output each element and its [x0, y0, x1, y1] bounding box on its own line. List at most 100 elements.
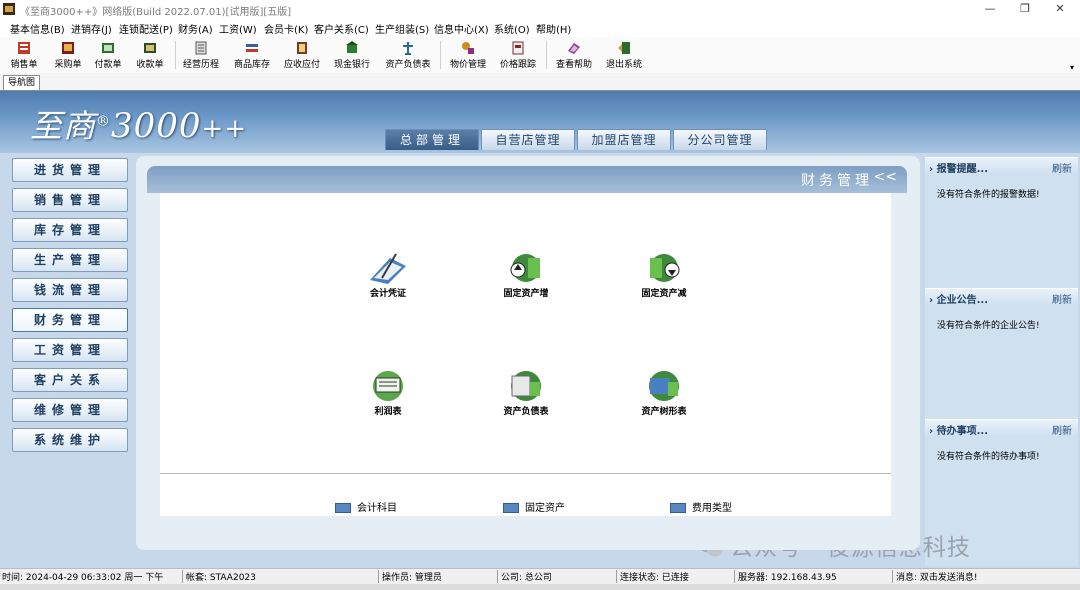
func-accounting-voucher[interactable]: 会计凭证	[343, 250, 433, 299]
todo-refresh-link[interactable]: 刷新	[1052, 422, 1072, 437]
announcements-refresh-link[interactable]: 刷新	[1052, 291, 1072, 306]
func-balance-sheet[interactable]: 资产负债表	[481, 368, 571, 417]
brand-logo-number: 3000	[111, 106, 202, 146]
alerts-empty-text: 没有符合条件的报警数据!	[937, 190, 1040, 200]
close-button[interactable]: ✕	[1043, 0, 1077, 18]
func-fixed-asset-increase[interactable]: 固定资产增	[481, 250, 571, 299]
menu-info-center[interactable]: 信息中心(X)	[434, 21, 489, 36]
fixed-asset-increase-icon	[510, 254, 540, 282]
table-icon	[670, 503, 686, 513]
status-message[interactable]: 消息: 双击发送消息!	[892, 570, 1076, 583]
func-asset-tree[interactable]: 资产树形表	[619, 368, 709, 417]
toolbar-price-tracking-button[interactable]: 价格跟踪	[496, 39, 540, 71]
asset-tree-icon	[649, 371, 679, 401]
menu-customer[interactable]: 客户关系(C)	[314, 21, 369, 36]
status-server: 服务器: 192.168.43.95	[734, 570, 892, 583]
announcements-empty-text: 没有符合条件的企业公告!	[937, 321, 1040, 331]
tab-franchise-stores[interactable]: 加盟店管理	[577, 129, 671, 150]
nav-inventory-management[interactable]: 库存管理	[12, 218, 128, 242]
menu-system[interactable]: 系统(O)	[494, 21, 530, 36]
nav-cashflow-management[interactable]: 钱流管理	[12, 278, 128, 302]
menu-basic-info[interactable]: 基本信息(B)	[10, 21, 65, 36]
nav-production-management[interactable]: 生产管理	[12, 248, 128, 272]
announcements-panel-header: › 企业公告... 刷新	[925, 288, 1078, 306]
status-company: 公司: 总公司	[497, 570, 617, 583]
status-time: 时间: 2024-04-29 06:33:02 周一 下午	[2, 573, 164, 583]
todo-empty-text: 没有符合条件的待办事项!	[937, 452, 1040, 462]
toolbar-cash-bank-button[interactable]: 现金银行	[330, 39, 374, 71]
balance-sheet-report-icon	[511, 371, 541, 401]
status-connection: 连接状态: 已连接	[616, 570, 734, 583]
nav-payroll-management[interactable]: 工资管理	[12, 338, 128, 362]
title-bar: 《至商3000++》网络版(Build 2022.07.01)[试用版][五版]…	[0, 0, 1080, 18]
nav-customer-relations[interactable]: 客户关系	[12, 368, 128, 392]
nav-system-maintenance[interactable]: 系统维护	[12, 428, 128, 452]
menu-bar: 基本信息(B) 进销存(J) 连锁配送(P) 财务(A) 工资(W) 会员卡(K…	[0, 19, 1080, 36]
price-tracking-icon	[512, 41, 524, 55]
toolbar-balance-sheet-button[interactable]: 资产负债表	[382, 39, 434, 71]
taskbar-strip	[0, 584, 1080, 590]
receivable-icon	[297, 42, 307, 54]
tab-own-stores[interactable]: 自营店管理	[481, 129, 575, 150]
func-income-statement[interactable]: 利润表	[343, 368, 433, 417]
link-account-subjects[interactable]: 会计科目	[335, 499, 397, 514]
announcements-panel-body: 没有符合条件的企业公告!	[925, 305, 1078, 419]
menu-chain-delivery[interactable]: 连锁配送(P)	[119, 21, 173, 36]
table-icon	[503, 503, 519, 513]
menu-payroll[interactable]: 工资(W)	[219, 21, 257, 36]
tab-branch-companies[interactable]: 分公司管理	[673, 129, 767, 150]
receipt-icon	[144, 43, 156, 53]
alerts-panel-title: › 报警提醒...	[929, 164, 989, 175]
tab-navigation-map[interactable]: 导航图	[3, 75, 41, 90]
brand-logo-name: 至商	[30, 107, 97, 145]
toolbar-purchase-order-button[interactable]: 采购单	[50, 39, 86, 71]
toolbar-stock-button[interactable]: 商品库存	[230, 39, 274, 71]
accounting-voucher-icon	[370, 253, 406, 284]
help-book-icon	[568, 43, 580, 54]
status-account-set: 帐套: STAA2023	[182, 570, 378, 583]
menu-help[interactable]: 帮助(H)	[536, 21, 571, 36]
toolbar-exit-button[interactable]: 退出系统	[602, 39, 646, 71]
finance-panel-header: 财务管理 <<	[147, 166, 907, 193]
toolbar-separator	[440, 41, 441, 69]
menu-production[interactable]: 生产组装(S)	[375, 21, 429, 36]
toolbar-price-management-button[interactable]: 物价管理	[446, 39, 490, 71]
nav-sales-management[interactable]: 销售管理	[12, 188, 128, 212]
nav-purchase-management[interactable]: 进货管理	[12, 158, 128, 182]
toolbar-receivable-payable-button[interactable]: 应收应付	[280, 39, 324, 71]
nav-finance-management[interactable]: 财务管理	[12, 308, 128, 332]
menu-inventory[interactable]: 进销存(J)	[71, 21, 112, 36]
brand-logo-plus: ++	[201, 114, 248, 144]
link-fixed-assets[interactable]: 固定资产	[503, 499, 565, 514]
toolbar-history-button[interactable]: 经营历程	[180, 39, 222, 71]
document-tab-strip: 导航图	[0, 73, 1080, 91]
minimize-button[interactable]: —	[973, 0, 1007, 18]
toolbar-sales-order-button[interactable]: 销售单	[6, 39, 42, 71]
toolbar-payment-button[interactable]: 付款单	[90, 39, 126, 71]
history-icon	[195, 41, 207, 55]
sales-order-icon	[18, 42, 30, 54]
maximize-button[interactable]: ❐	[1008, 0, 1042, 18]
alerts-refresh-link[interactable]: 刷新	[1052, 160, 1072, 175]
purchase-order-icon	[62, 42, 74, 54]
price-management-icon	[462, 42, 474, 54]
exit-door-icon	[618, 42, 630, 54]
status-operator: 操作员: 管理员	[378, 570, 498, 583]
link-expense-types[interactable]: 费用类型	[670, 499, 732, 514]
income-statement-icon	[373, 371, 403, 401]
alerts-panel-header: › 报警提醒... 刷新	[925, 157, 1078, 175]
toolbar-overflow-chevron-icon[interactable]: ▾	[1070, 63, 1074, 72]
brand-logo: 至商®3000++	[30, 101, 247, 147]
fixed-asset-decrease-icon	[650, 254, 680, 282]
menu-finance[interactable]: 财务(A)	[178, 21, 213, 36]
balance-sheet-icon	[403, 42, 413, 55]
toolbar-separator	[546, 41, 547, 69]
func-fixed-asset-decrease[interactable]: 固定资产减	[619, 250, 709, 299]
collapse-chevron-icon[interactable]: <<	[874, 169, 897, 185]
todo-panel-title: › 待办事项...	[929, 426, 989, 437]
menu-member-card[interactable]: 会员卡(K)	[264, 21, 308, 36]
tab-headquarters[interactable]: 总部管理	[385, 129, 479, 150]
toolbar-receipt-button[interactable]: 收款单	[132, 39, 168, 71]
toolbar-help-button[interactable]: 查看帮助	[552, 39, 596, 71]
nav-repair-management[interactable]: 维修管理	[12, 398, 128, 422]
